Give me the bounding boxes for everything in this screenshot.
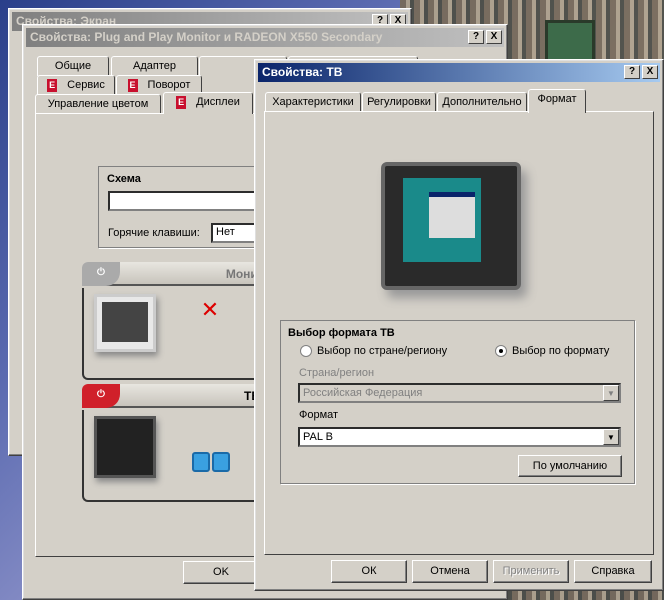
tab-color-management[interactable]: Управление цветом bbox=[35, 94, 161, 114]
tab-adapter[interactable]: Адаптер bbox=[111, 56, 198, 76]
tab-service[interactable]: E Сервис bbox=[37, 75, 115, 95]
chevron-down-icon[interactable]: ▼ bbox=[603, 429, 619, 445]
tab-label: Поворот bbox=[147, 79, 191, 91]
ati-icon: E bbox=[127, 78, 138, 92]
power-icon[interactable]: ⏻ bbox=[82, 384, 120, 408]
format-dropdown[interactable]: PAL B ▼ bbox=[298, 427, 621, 447]
country-value: Российская Федерация bbox=[303, 387, 423, 399]
country-label: Страна/регион bbox=[299, 367, 375, 379]
country-dropdown: Российская Федерация ▼ bbox=[298, 383, 621, 403]
tab-label: Дисплеи bbox=[196, 96, 240, 108]
tab-displays[interactable]: E Дисплеи bbox=[163, 92, 253, 114]
window-title: Свойства: Plug and Play Monitor и RADEON… bbox=[30, 30, 383, 44]
hotkeys-label: Горячие клавиши: bbox=[108, 227, 200, 239]
tab-format[interactable]: Формат bbox=[528, 89, 586, 113]
help-text-button[interactable]: Справка bbox=[574, 560, 652, 583]
radio-format[interactable] bbox=[495, 345, 507, 357]
radio-format-label[interactable]: Выбор по формату bbox=[512, 345, 609, 357]
tab-advanced[interactable]: Дополнительно bbox=[437, 92, 527, 112]
help-button[interactable]: ? bbox=[468, 30, 484, 44]
scheme-title: Схема bbox=[107, 173, 141, 185]
close-button[interactable]: X bbox=[642, 65, 658, 79]
tab-general[interactable]: Общие bbox=[37, 56, 109, 76]
cancel-button[interactable]: Отмена bbox=[412, 560, 488, 583]
format-label: Формат bbox=[299, 409, 339, 421]
tv-illustration bbox=[381, 162, 521, 290]
power-icon[interactable]: ⏻ bbox=[82, 262, 120, 286]
tab-label: Сервис bbox=[67, 79, 105, 91]
disconnected-cable-icon: ✕ bbox=[200, 297, 220, 322]
tv-properties-window: Свойства: ТВ ? X Характеристики Регулиро… bbox=[254, 59, 664, 591]
ati-icon: E bbox=[47, 78, 58, 92]
tv-clone-icon[interactable] bbox=[212, 452, 230, 472]
window-title: Свойства: ТВ bbox=[262, 65, 343, 79]
help-button[interactable]: ? bbox=[624, 65, 640, 79]
title-bar[interactable]: Свойства: ТВ ? X bbox=[258, 63, 660, 82]
default-button[interactable]: По умолчанию bbox=[518, 455, 622, 477]
radio-country[interactable] bbox=[300, 345, 312, 357]
tv-screen bbox=[403, 178, 481, 262]
ok-button[interactable]: OK bbox=[183, 561, 259, 584]
chevron-down-icon: ▼ bbox=[603, 385, 619, 401]
tv-format-group: Выбор формата ТВ Выбор по стране/региону… bbox=[280, 320, 635, 484]
close-button[interactable]: X bbox=[486, 30, 502, 44]
title-bar[interactable]: Свойства: Plug and Play Monitor и RADEON… bbox=[26, 28, 504, 47]
crt-monitor-icon bbox=[94, 294, 156, 352]
tv-mode-icon[interactable] bbox=[192, 452, 210, 472]
ok-button[interactable]: ОК bbox=[331, 560, 407, 583]
tab-adjustments[interactable]: Регулировки bbox=[362, 92, 436, 112]
apply-button: Применить bbox=[493, 560, 569, 583]
group-title: Выбор формата ТВ bbox=[288, 327, 395, 339]
format-value: PAL B bbox=[303, 431, 333, 443]
tab-characteristics[interactable]: Характеристики bbox=[265, 92, 361, 112]
ati-icon: E bbox=[176, 95, 187, 109]
format-panel: Выбор формата ТВ Выбор по стране/региону… bbox=[264, 111, 654, 555]
radio-country-label[interactable]: Выбор по стране/региону bbox=[317, 345, 447, 357]
tv-icon bbox=[94, 416, 156, 478]
